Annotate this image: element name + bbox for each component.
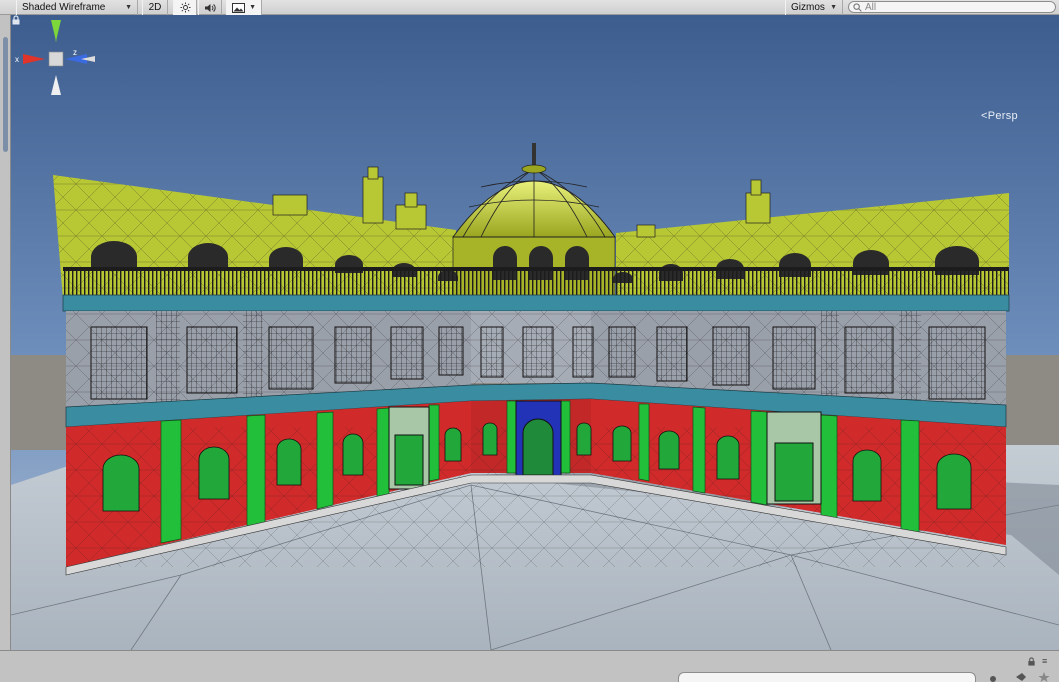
- upper-cornice: [62, 294, 1010, 312]
- chevron-left-icon: <: [981, 110, 988, 122]
- scene-search-input[interactable]: All: [848, 1, 1056, 13]
- image-icon: [232, 2, 245, 13]
- projection-label: Persp: [987, 110, 1018, 122]
- sun-icon: [179, 2, 191, 13]
- dropdown-icon[interactable]: ▼: [249, 4, 256, 11]
- orientation-gizmo[interactable]: x z: [11, 15, 101, 115]
- central-entrance: [515, 400, 562, 478]
- effects-toggle-button[interactable]: ▼: [226, 0, 262, 15]
- lighting-toggle-button[interactable]: [173, 0, 197, 15]
- tag-icon[interactable]: [985, 671, 1001, 682]
- menu-icon[interactable]: ≡: [1042, 656, 1047, 666]
- projection-toggle[interactable]: <Persp: [981, 110, 1018, 122]
- draw-mode-dropdown[interactable]: Shaded Wireframe ▼: [16, 0, 138, 15]
- audio-toggle-button[interactable]: [198, 0, 222, 15]
- bottom-panel: ≡: [0, 650, 1059, 682]
- gizmo-center-cube[interactable]: [48, 51, 64, 67]
- search-placeholder: All: [865, 1, 877, 13]
- lock-icon[interactable]: [11, 15, 21, 25]
- scene-toolbar: Shaded Wireframe ▼ 2D ▼ Gizmos ▼ All: [0, 0, 1059, 15]
- star-icon[interactable]: [1036, 671, 1052, 682]
- chevron-down-icon: ▼: [830, 4, 837, 11]
- 2d-toggle-button[interactable]: 2D: [142, 0, 168, 15]
- search-icon: [853, 2, 862, 12]
- x-axis-cone[interactable]: [23, 54, 45, 64]
- chevron-down-icon: ▼: [125, 4, 132, 11]
- gizmos-label: Gizmos: [791, 2, 825, 13]
- speaker-icon: [205, 3, 216, 12]
- left-scrollbar[interactable]: [0, 15, 11, 650]
- lock-icon[interactable]: [1027, 657, 1036, 666]
- balustrade: [63, 270, 1009, 298]
- scrollbar-thumb[interactable]: [3, 37, 8, 152]
- 2d-label: 2D: [148, 2, 162, 13]
- tag-icon[interactable]: [1013, 671, 1029, 682]
- z-axis-label: z: [73, 48, 77, 57]
- x-axis-label: x: [15, 55, 19, 64]
- gizmos-dropdown[interactable]: Gizmos ▼: [785, 0, 843, 15]
- draw-mode-label: Shaded Wireframe: [22, 2, 106, 13]
- scene-viewport[interactable]: x z <Persp: [11, 15, 1059, 650]
- scene-render: [11, 15, 1059, 650]
